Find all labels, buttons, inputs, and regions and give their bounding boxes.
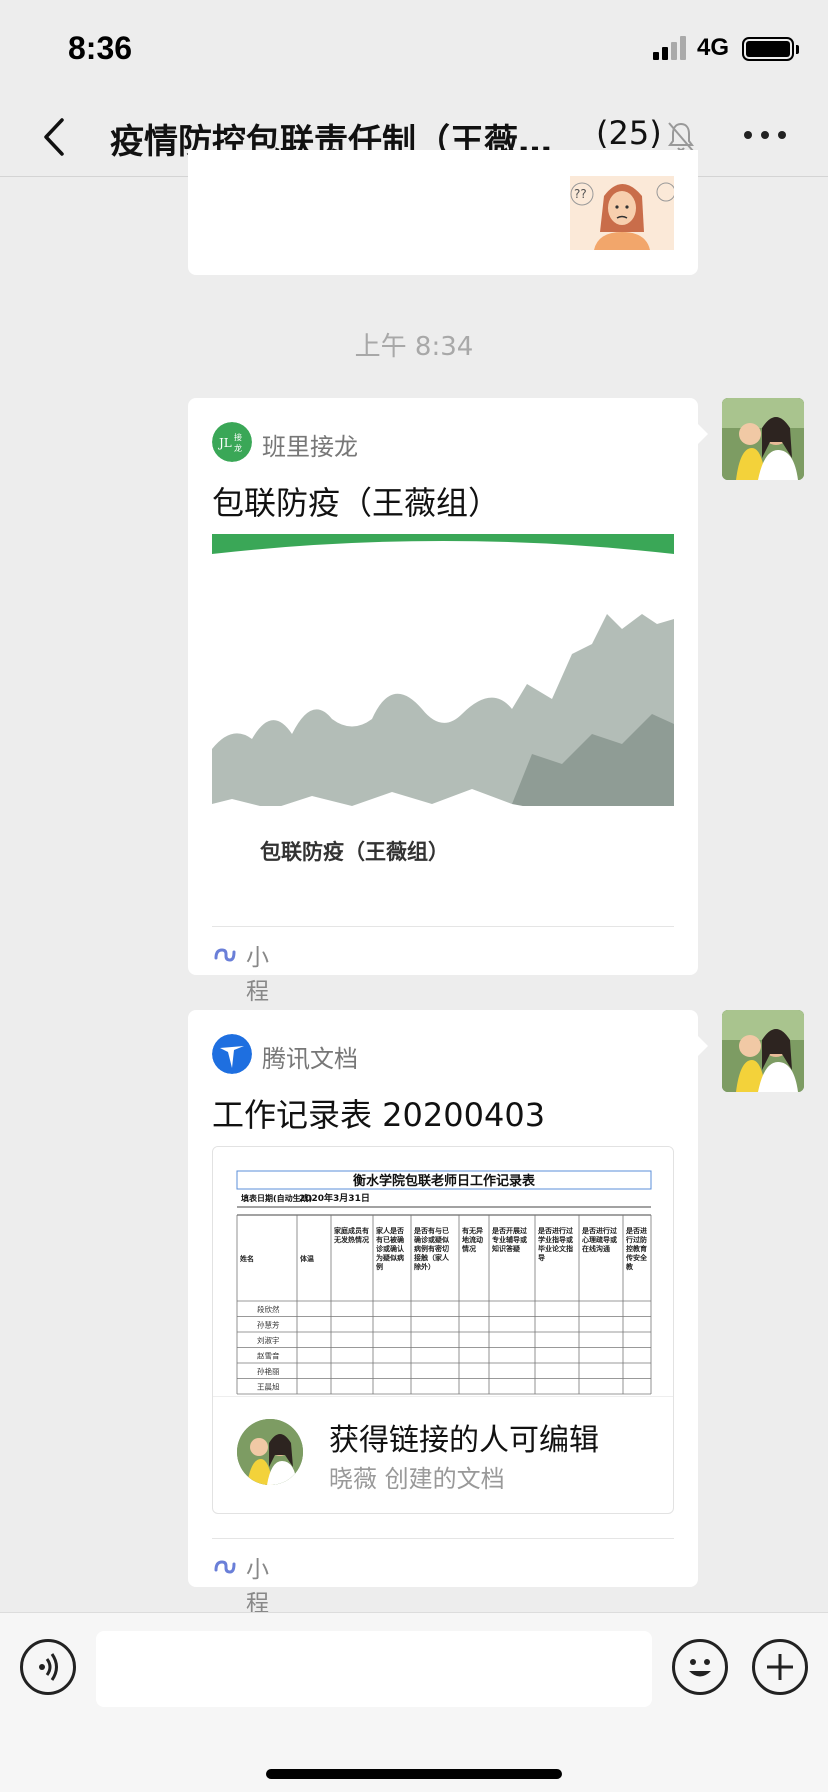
status-time: 8:36	[68, 30, 133, 66]
column-header: 家庭成员有无发热情况	[333, 1226, 369, 1244]
plus-icon[interactable]	[752, 1639, 808, 1695]
spreadsheet-preview: 衡水学院包联老师日工作记录表 填表日期(自动生成) 2020年3月31日 姓名体…	[213, 1147, 673, 1397]
cartoon-illustration: ??	[570, 176, 674, 250]
column-header: 是否进行过心理疏导或在线沟通	[581, 1226, 617, 1253]
cover-caption: 包联防疫（王薇组）	[260, 840, 449, 864]
message-input[interactable]	[96, 1631, 652, 1707]
column-header: 是否进行过防控教育传安全教	[625, 1226, 648, 1271]
status-bar: 8:36 4G	[0, 0, 828, 100]
app-name: 腾讯文档	[262, 1045, 358, 1073]
mute-bell-icon	[668, 122, 694, 152]
jielong-logo-icon: JL 接 龙	[212, 422, 252, 462]
network-type: 4G	[697, 34, 730, 61]
message-timestamp: 上午 8:34	[354, 332, 474, 362]
column-header: 姓名	[239, 1254, 254, 1263]
sheet-title: 衡水学院包联老师日工作记录表	[353, 1173, 536, 1189]
row-name: 孙慧芳	[257, 1320, 280, 1330]
more-icon[interactable]	[744, 128, 786, 142]
tencent-doc-card[interactable]: 腾讯文档 工作记录表 20200403 衡水学院包联老师日工作记录表 填表日期(…	[188, 1010, 708, 1651]
creator-avatar	[237, 1419, 303, 1485]
column-header: 是否进行过学业指导或毕业论文指导	[537, 1226, 573, 1262]
mini-program-card[interactable]: JL 接 龙 班里接龙 包联防疫（王薇组） 包联防疫（王薇组） 小程序	[188, 398, 708, 1039]
document-preview-box[interactable]: 衡水学院包联老师日工作记录表 填表日期(自动生成) 2020年3月31日 姓名体…	[212, 1146, 674, 1514]
emoji-icon[interactable]	[672, 1639, 728, 1695]
column-header: 体温	[300, 1254, 314, 1263]
column-header: 有无异地流动情况	[462, 1226, 483, 1253]
sender-avatar[interactable]	[722, 398, 804, 480]
voice-input-icon[interactable]	[20, 1639, 76, 1695]
mini-program-icon	[214, 948, 236, 962]
permission-text: 获得链接的人可编辑	[329, 1423, 599, 1458]
card-divider	[212, 1538, 674, 1539]
card-divider	[212, 926, 674, 927]
member-count: (25)	[596, 114, 662, 152]
app-name: 班里接龙	[262, 433, 358, 461]
battery-cap	[796, 45, 799, 54]
svg-text:JL: JL	[217, 436, 232, 450]
cover-image: 包联防疫（王薇组）	[212, 534, 674, 884]
row-name: 段欣然	[257, 1304, 280, 1314]
row-name: 王晨旭	[257, 1382, 280, 1392]
svg-text:接: 接	[234, 432, 242, 442]
back-icon[interactable]	[36, 114, 76, 160]
mini-program-icon	[214, 1560, 236, 1574]
column-header: 是否开展过专业辅导或知识答疑	[491, 1226, 527, 1253]
row-name: 孙艳丽	[257, 1366, 280, 1376]
row-name: 赵雪音	[257, 1351, 280, 1361]
sheet-grid: 姓名 体温 家庭成员有无发热情况家人是否有已被确诊或确认为疑似病例是否有与已确诊或疑…	[236, 1215, 652, 1395]
svg-text:龙: 龙	[234, 443, 242, 453]
document-meta: 获得链接的人可编辑 晓薇 创建的文档	[213, 1397, 673, 1513]
date-value: 2020年3月31日	[299, 1192, 370, 1204]
tencent-docs-logo-icon	[212, 1034, 252, 1074]
creator-text: 晓薇 创建的文档	[329, 1465, 505, 1493]
svg-text:??: ??	[574, 187, 587, 201]
battery-icon	[742, 37, 794, 61]
column-header: 是否有与已确诊或疑似病例有密切接触（家人除外）	[413, 1226, 450, 1271]
sender-avatar[interactable]	[722, 1010, 804, 1092]
home-indicator	[266, 1769, 562, 1779]
column-header: 家人是否有已被确诊或确认为疑似病例	[376, 1226, 405, 1271]
previous-message-card[interactable]: ??	[188, 150, 698, 275]
input-bar	[0, 1612, 828, 1792]
card-title: 工作记录表 20200403	[212, 1096, 546, 1134]
signal-icon	[653, 36, 689, 60]
row-name: 刘淑宇	[257, 1335, 280, 1345]
card-title: 包联防疫（王薇组）	[212, 484, 501, 522]
